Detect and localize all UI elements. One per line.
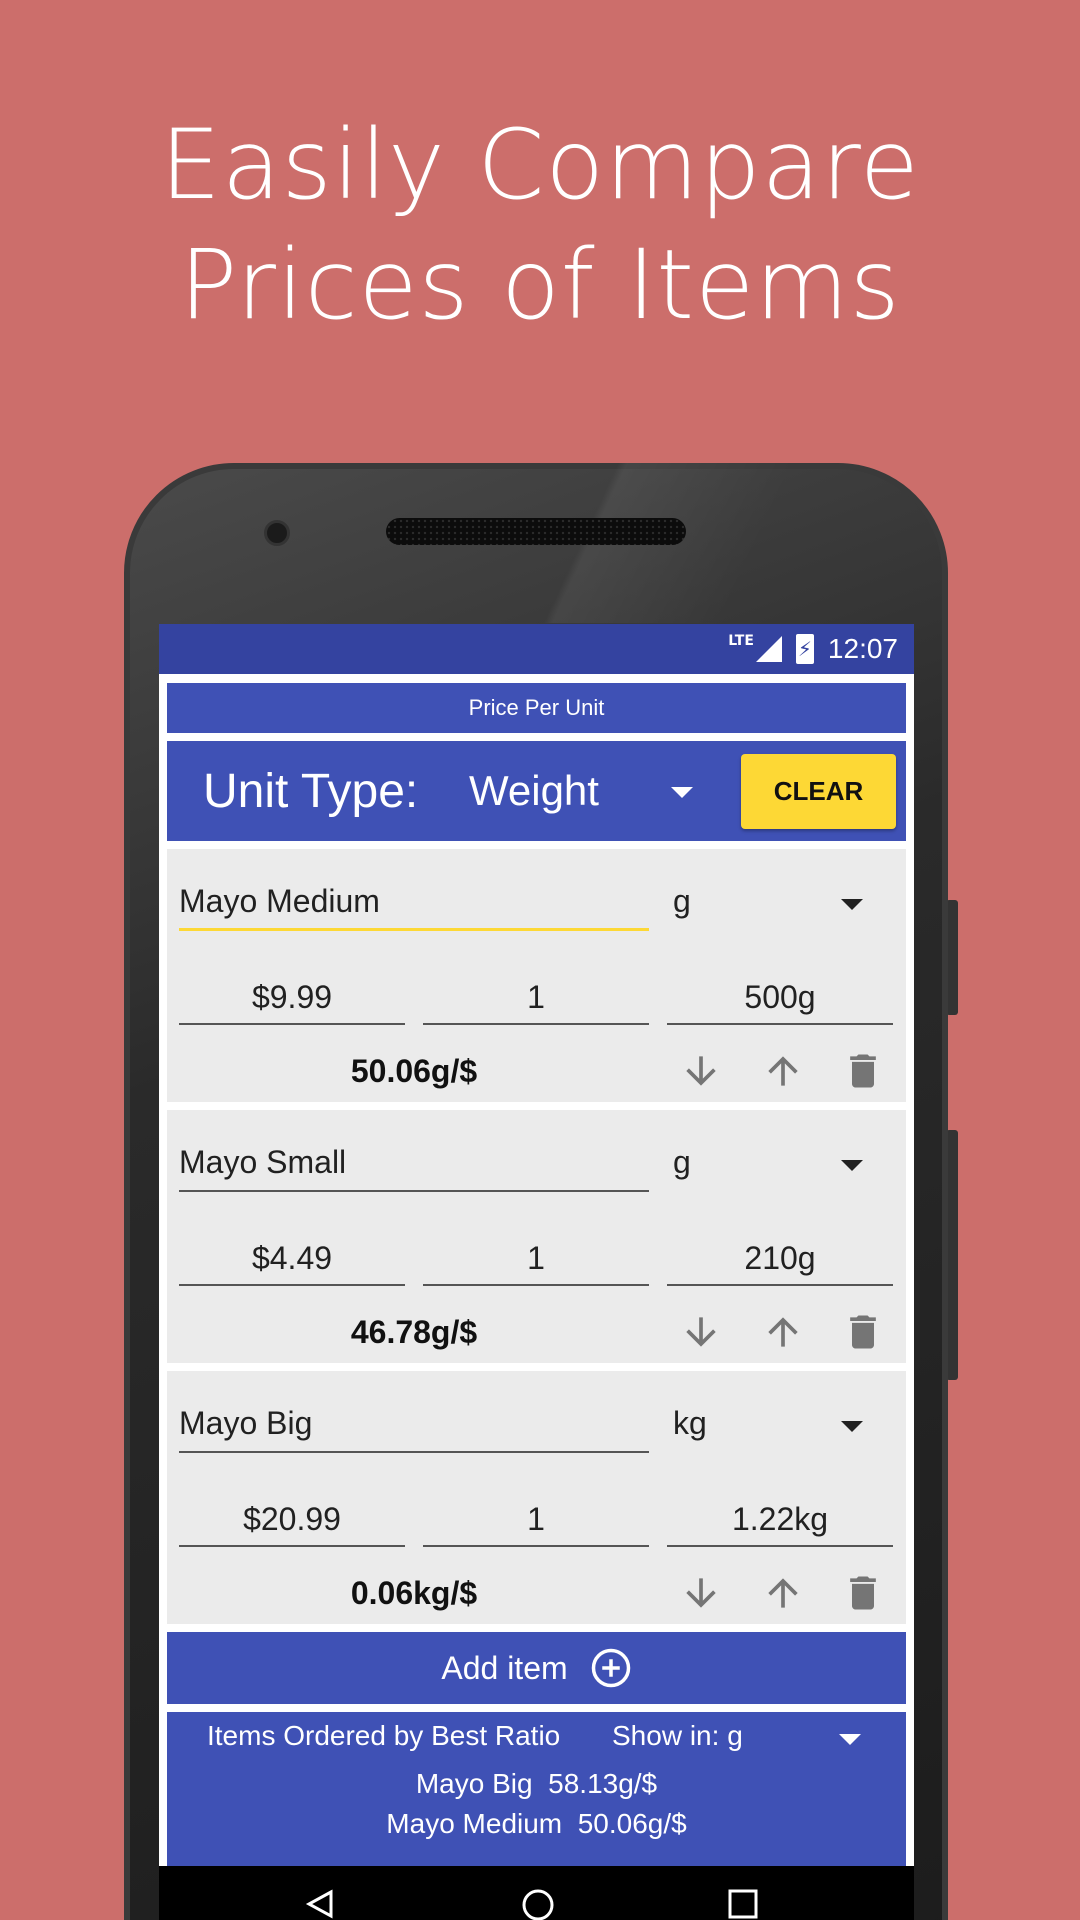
trash-icon[interactable] — [841, 1049, 885, 1093]
item-name-input[interactable]: Mayo Medium — [179, 877, 649, 931]
unit-type-label: Unit Type: — [203, 764, 419, 818]
network-type: LTE — [728, 633, 754, 649]
item-amount-input[interactable]: 1.22kg — [667, 1493, 893, 1547]
recents-icon[interactable] — [727, 1888, 759, 1920]
app-title-bar: Price Per Unit — [167, 683, 906, 733]
back-icon[interactable] — [305, 1888, 335, 1920]
front-camera — [264, 520, 290, 546]
app-title: Price Per Unit — [468, 695, 605, 720]
item-unit-select[interactable]: g — [673, 1144, 691, 1181]
result-name: Mayo Big — [415, 1768, 533, 1799]
result-row: Mayo Big 58.13g/$ — [167, 1768, 906, 1800]
add-circle-icon — [591, 1648, 630, 1688]
results-title: Items Ordered by Best Ratio — [207, 1720, 561, 1751]
item-card: Mayo Small g $4.49 1 210g 46.78g/$ — [167, 1110, 906, 1363]
item-ratio: 50.06g/$ — [350, 1053, 478, 1089]
status-time: 12:07 — [827, 633, 898, 664]
show-in-value: g — [727, 1720, 743, 1751]
status-bar: LTE ⚡ 12:07 — [159, 624, 914, 674]
item-card: Mayo Medium g $9.99 1 500g 50.06g/$ — [167, 849, 906, 1102]
battery-charging-icon: ⚡ — [795, 634, 814, 664]
result-ratio: 58.13g/$ — [548, 1768, 658, 1799]
item-quantity-input[interactable]: 1 — [423, 1493, 649, 1547]
headline: Easily Compare Prices of Items — [0, 105, 1080, 345]
item-price-input[interactable]: $9.99 — [179, 971, 405, 1025]
arrow-up-icon[interactable] — [761, 1310, 805, 1354]
item-quantity-input[interactable]: 1 — [423, 1232, 649, 1286]
item-unit-select[interactable]: g — [673, 883, 691, 920]
item-price-input[interactable]: $20.99 — [179, 1493, 405, 1547]
chevron-down-icon[interactable] — [839, 1734, 861, 1745]
item-ratio: 46.78g/$ — [350, 1314, 478, 1350]
arrow-up-icon[interactable] — [761, 1049, 805, 1093]
item-quantity-input[interactable]: 1 — [423, 971, 649, 1025]
add-item-button[interactable]: Add item — [167, 1632, 906, 1704]
chevron-down-icon[interactable] — [841, 1421, 863, 1432]
home-icon[interactable] — [521, 1888, 555, 1920]
trash-icon[interactable] — [841, 1310, 885, 1354]
headline-line-1: Easily Compare — [160, 109, 920, 221]
result-ratio: 50.06g/$ — [577, 1808, 687, 1839]
show-in-label: Show in: — [612, 1720, 720, 1751]
chevron-down-icon[interactable] — [671, 787, 693, 798]
earpiece-speaker — [386, 518, 686, 545]
item-amount-input[interactable]: 210g — [667, 1232, 893, 1286]
clear-button[interactable]: CLEAR — [741, 754, 896, 829]
chevron-down-icon[interactable] — [841, 1160, 863, 1171]
arrow-down-icon[interactable] — [679, 1049, 723, 1093]
unit-type-select[interactable]: Weight — [469, 767, 599, 815]
item-price-input[interactable]: $4.49 — [179, 1232, 405, 1286]
phone-screen: LTE ⚡ 12:07 Price Per Unit Unit Type: We… — [159, 624, 914, 1920]
chevron-down-icon[interactable] — [841, 899, 863, 910]
headline-line-2: Prices of Items — [179, 229, 901, 341]
item-ratio: 0.06kg/$ — [350, 1575, 478, 1611]
item-card: Mayo Big kg $20.99 1 1.22kg 0.06kg/$ — [167, 1371, 906, 1624]
item-amount-input[interactable]: 500g — [667, 971, 893, 1025]
result-row: Mayo Medium 50.06g/$ — [167, 1808, 906, 1840]
results-panel: Items Ordered by Best Ratio Show in: g M… — [167, 1712, 906, 1872]
item-unit-select[interactable]: kg — [673, 1405, 707, 1442]
arrow-down-icon[interactable] — [679, 1310, 723, 1354]
android-nav-bar — [159, 1866, 914, 1920]
item-name-input[interactable]: Mayo Small — [179, 1138, 649, 1192]
show-in-select[interactable]: Show in: g — [612, 1720, 743, 1752]
signal-icon — [755, 636, 782, 662]
arrow-up-icon[interactable] — [761, 1571, 805, 1615]
arrow-down-icon[interactable] — [679, 1571, 723, 1615]
trash-icon[interactable] — [841, 1571, 885, 1615]
unit-type-bar: Unit Type: Weight CLEAR — [167, 741, 906, 841]
result-name: Mayo Medium — [386, 1808, 563, 1839]
item-name-input[interactable]: Mayo Big — [179, 1399, 649, 1453]
add-item-label: Add item — [441, 1649, 568, 1686]
